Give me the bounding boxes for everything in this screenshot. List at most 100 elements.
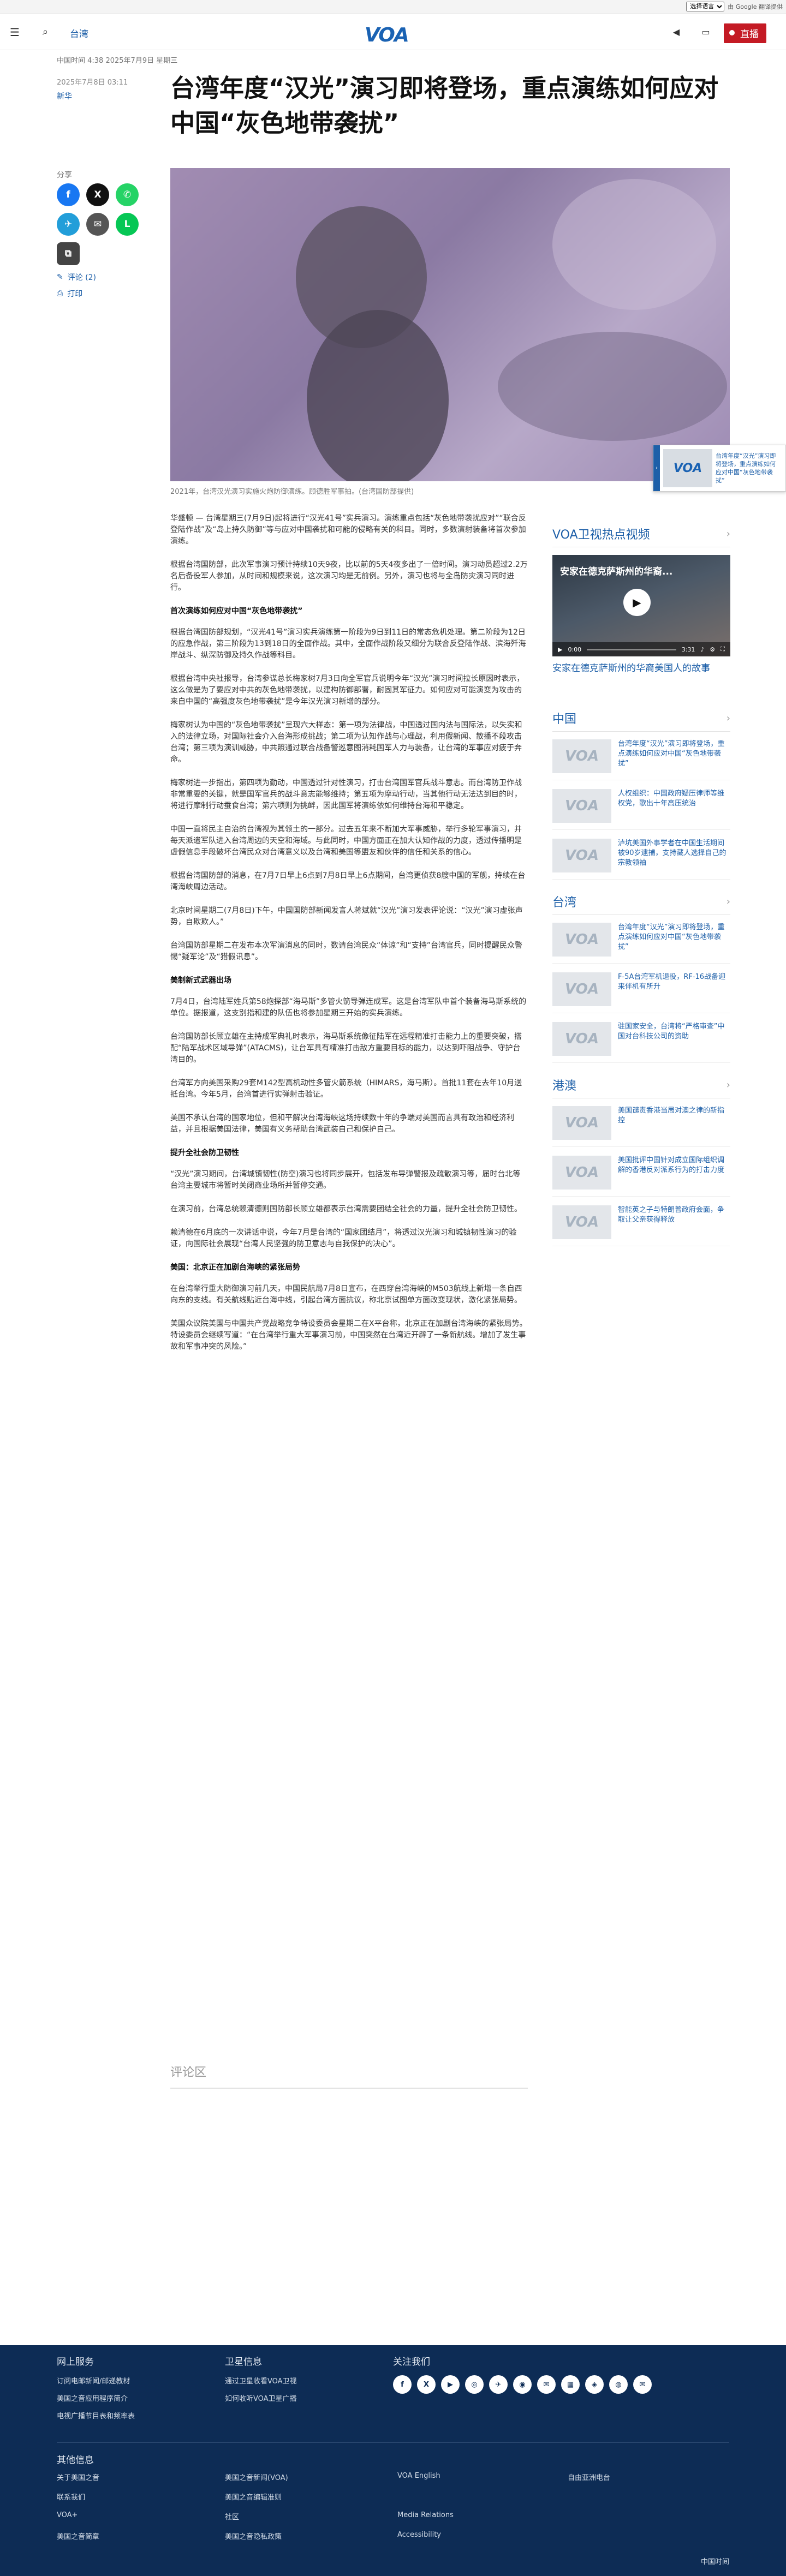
list-item[interactable]: VOA 驻国家安全，台湾将“严格审查”中国对台科技公司的资助 [552, 1022, 730, 1063]
footer-link[interactable]: 通过卫星收看VOA卫视 [225, 2375, 297, 2386]
footer-link[interactable]: 美国之音新闻(VOA) [225, 2472, 288, 2482]
video-player[interactable]: 安家在德克萨斯州的华裔... ▶ ▶ 0:00 3:31 ♪ ⚙ ⛶ [552, 555, 730, 656]
paragraph: 根据台湾国防部，此次军事演习预计持续10天9夜，比以前的5天4夜多出了一倍时间。… [170, 560, 528, 592]
footer-link[interactable]: 美国之音隐私政策 [225, 2531, 282, 2541]
x-icon[interactable]: X [417, 2375, 436, 2394]
sidebar-hongkong: 港澳 › VOA 美国谴责香港当局对澳之律的新指控 VOA 美国批评中国针对成立国际组… [552, 1076, 730, 1255]
video-heading[interactable]: VOA卫视热点视频 › [552, 525, 730, 547]
live-button[interactable]: 直播 [724, 23, 766, 43]
audio-icon[interactable]: ◀ [669, 25, 683, 39]
article-author[interactable]: 新华 [57, 91, 72, 101]
footer-link[interactable]: VOA English [397, 2472, 440, 2480]
fullscreen-icon[interactable]: ⛶ [720, 646, 725, 653]
footer-link[interactable]: 自由亚洲电台 [568, 2472, 610, 2482]
thumbnail: VOA [552, 789, 611, 823]
facebook-share-icon[interactable]: f [57, 183, 80, 206]
footer-link[interactable]: 电视广播节目表和频率表 [57, 2410, 135, 2420]
section-link[interactable]: 台湾 [70, 26, 88, 40]
facebook-icon[interactable]: f [393, 2375, 412, 2394]
footer-link[interactable]: 社区 [225, 2511, 239, 2521]
article-body: 华盛顿 — 台湾星期三(7月9日)起将进行“汉光41号”实兵演习。演练重点包括“… [170, 513, 528, 1365]
paragraph: 北京时间星期二(7月8日)下午，中国国防部新闻发言人蒋斌就“汉光”演习发表评论说… [170, 906, 523, 927]
subheading: 首次演练如何应对中国“灰色地带袭扰” [170, 607, 303, 615]
instagram-icon[interactable]: ◎ [465, 2375, 484, 2394]
volume-icon[interactable]: ♪ [700, 646, 704, 653]
chevron-right-icon: › [726, 1079, 730, 1091]
footer-link[interactable]: 联系我们 [57, 2491, 85, 2502]
floating-video-player[interactable]: › VOA 台湾年度“汉光”演习即将登场，重点演练如何应对中国“灰色地带袭扰” [653, 445, 786, 492]
voa-logo[interactable]: VOA [365, 24, 409, 46]
list-item[interactable]: VOA 美国谴责香港当局对澳之律的新指控 [552, 1106, 730, 1147]
hk-heading[interactable]: 港澳 › [552, 1076, 730, 1098]
footer-col-online: 网上服务 订阅电邮新闻/邮递教材 美国之音应用程序简介 电视广播节目表和频率表 [57, 2354, 135, 2428]
footer-link[interactable]: 如何收听VOA卫星广播 [225, 2393, 297, 2403]
video-caption[interactable]: 安家在德克萨斯州的华裔美国人的故事 [552, 662, 730, 676]
footer-link[interactable]: Media Relations [397, 2511, 454, 2519]
footer-link[interactable]: Accessibility [397, 2531, 441, 2539]
video-icon[interactable]: ▭ [699, 25, 713, 39]
settings-icon[interactable]: ⚙ [710, 646, 715, 653]
list-item-title: F-5A台湾军机退役，RF-16战备迎来伴机有所升 [618, 973, 726, 991]
comments-link[interactable]: ✎ 评论 (2) [57, 272, 166, 283]
play-small-icon[interactable]: ▶ [558, 646, 562, 653]
chevron-right-icon: › [726, 712, 730, 724]
list-item[interactable]: VOA 人权组织：中国政府疑压律师等维权党，歌出十年高压统治 [552, 789, 730, 830]
comment-icon: ✎ [57, 273, 63, 282]
video-controls: ▶ 0:00 3:31 ♪ ⚙ ⛶ [552, 642, 730, 656]
subheading: 美制新式武器出场 [170, 976, 231, 985]
share-panel: 分享 f X ✆ ✈ ✉ L ⧉ ✎ 评论 (2) ⎙ 打印 [57, 169, 166, 299]
footer-link[interactable]: 美国之音应用程序简介 [57, 2393, 135, 2403]
footer-link[interactable]: 关于美国之音 [57, 2472, 99, 2482]
footer-link[interactable]: 订阅电邮新闻/邮递教材 [57, 2375, 135, 2386]
taiwan-heading[interactable]: 台湾 › [552, 893, 730, 915]
paragraph: 美国众议院美国与中国共产党战略竞争特设委员会星期二在X平台称，北京正在加剧台湾海… [170, 1319, 527, 1351]
footer-link[interactable]: VOA+ [57, 2511, 78, 2519]
app-icon[interactable]: ◈ [585, 2375, 604, 2394]
copy-link-icon[interactable]: ⧉ [57, 242, 80, 265]
list-item[interactable]: VOA F-5A台湾军机退役，RF-16战备迎来伴机有所升 [552, 972, 730, 1013]
collapse-icon[interactable]: › [653, 445, 660, 491]
language-select[interactable]: 选择语言 [686, 2, 725, 11]
newsletter-icon[interactable]: ✉ [633, 2375, 652, 2394]
hero-caption: 2021年，台湾汉光演习实施火炮防御演练。顾德胜军事拍。(台湾国防部提供) [170, 488, 414, 496]
footer-link[interactable]: 美国之音简章 [57, 2531, 99, 2541]
footer-heading: 关注我们 [393, 2357, 430, 2368]
search-icon[interactable]: ⌕ [38, 25, 52, 39]
paragraph: 在演习前，台湾总统赖清德则国防部长顾立雄都表示台湾需要团结全社会的力量，提升全社… [170, 1205, 522, 1214]
paragraph: “汉光”演习期间，台湾城镇韧性(防空)演习也将同步展开，包括发布导弹警报及疏散演… [170, 1170, 521, 1190]
whatsapp-share-icon[interactable]: ✆ [116, 183, 139, 206]
thumbnail: VOA [552, 1156, 611, 1190]
china-heading[interactable]: 中国 › [552, 709, 730, 732]
telegram-icon[interactable]: ✈ [489, 2375, 508, 2394]
youtube-icon[interactable]: ▶ [441, 2375, 460, 2394]
thumbnail: VOA [552, 739, 611, 773]
taiwan-heading-label: 台湾 [552, 896, 577, 910]
list-item-title: 智能英之子与特朗普政府会面，争取让父亲获得释放 [618, 1206, 725, 1224]
thumbnail: VOA [552, 972, 611, 1006]
line-share-icon[interactable]: L [116, 213, 139, 236]
x-share-icon[interactable]: X [86, 183, 109, 206]
list-item[interactable]: VOA 台湾年度“汉光”演习即将登场，重点演练如何应对中国“灰色地带袭扰” [552, 739, 730, 780]
china-heading-label: 中国 [552, 713, 577, 726]
email-icon[interactable]: ✉ [537, 2375, 556, 2394]
footer-link[interactable]: 美国之音编辑准则 [225, 2491, 282, 2502]
comments-link-label: 评论 (2) [67, 273, 97, 282]
threads-icon[interactable]: ◍ [609, 2375, 628, 2394]
list-item-title: 人权组织：中国政府疑压律师等维权党，歌出十年高压统治 [618, 790, 725, 808]
email-share-icon[interactable]: ✉ [86, 213, 109, 236]
footer-heading: 卫星信息 [225, 2357, 262, 2368]
list-item[interactable]: VOA 台湾年度“汉光”演习即将登场，重点演练如何应对中国“灰色地带袭扰” [552, 923, 730, 964]
podcast-icon[interactable]: ◉ [513, 2375, 532, 2394]
telegram-share-icon[interactable]: ✈ [57, 213, 80, 236]
rss-icon[interactable]: ▦ [561, 2375, 580, 2394]
share-label: 分享 [57, 171, 72, 180]
paragraph: 台湾军方向美国采购29套M142型高机动性多管火箭系统（HIMARS，海马斯）。… [170, 1079, 522, 1099]
list-item[interactable]: VOA 智能英之子与特朗普政府会面，争取让父亲获得释放 [552, 1205, 730, 1246]
play-icon[interactable]: ▶ [623, 589, 651, 616]
video-progress[interactable] [587, 648, 676, 650]
list-item[interactable]: VOA 泸坑美国外事学者在中国生活期间被90岁逮捕，支持藏人选择自己的宗教领袖 [552, 839, 730, 880]
menu-icon[interactable]: ☰ [8, 25, 22, 39]
list-item[interactable]: VOA 美国批评中国针对成立国际组织调解的香港反对派系行为的打击力度 [552, 1156, 730, 1197]
hk-heading-label: 港澳 [552, 1079, 577, 1093]
print-link[interactable]: ⎙ 打印 [57, 288, 166, 299]
